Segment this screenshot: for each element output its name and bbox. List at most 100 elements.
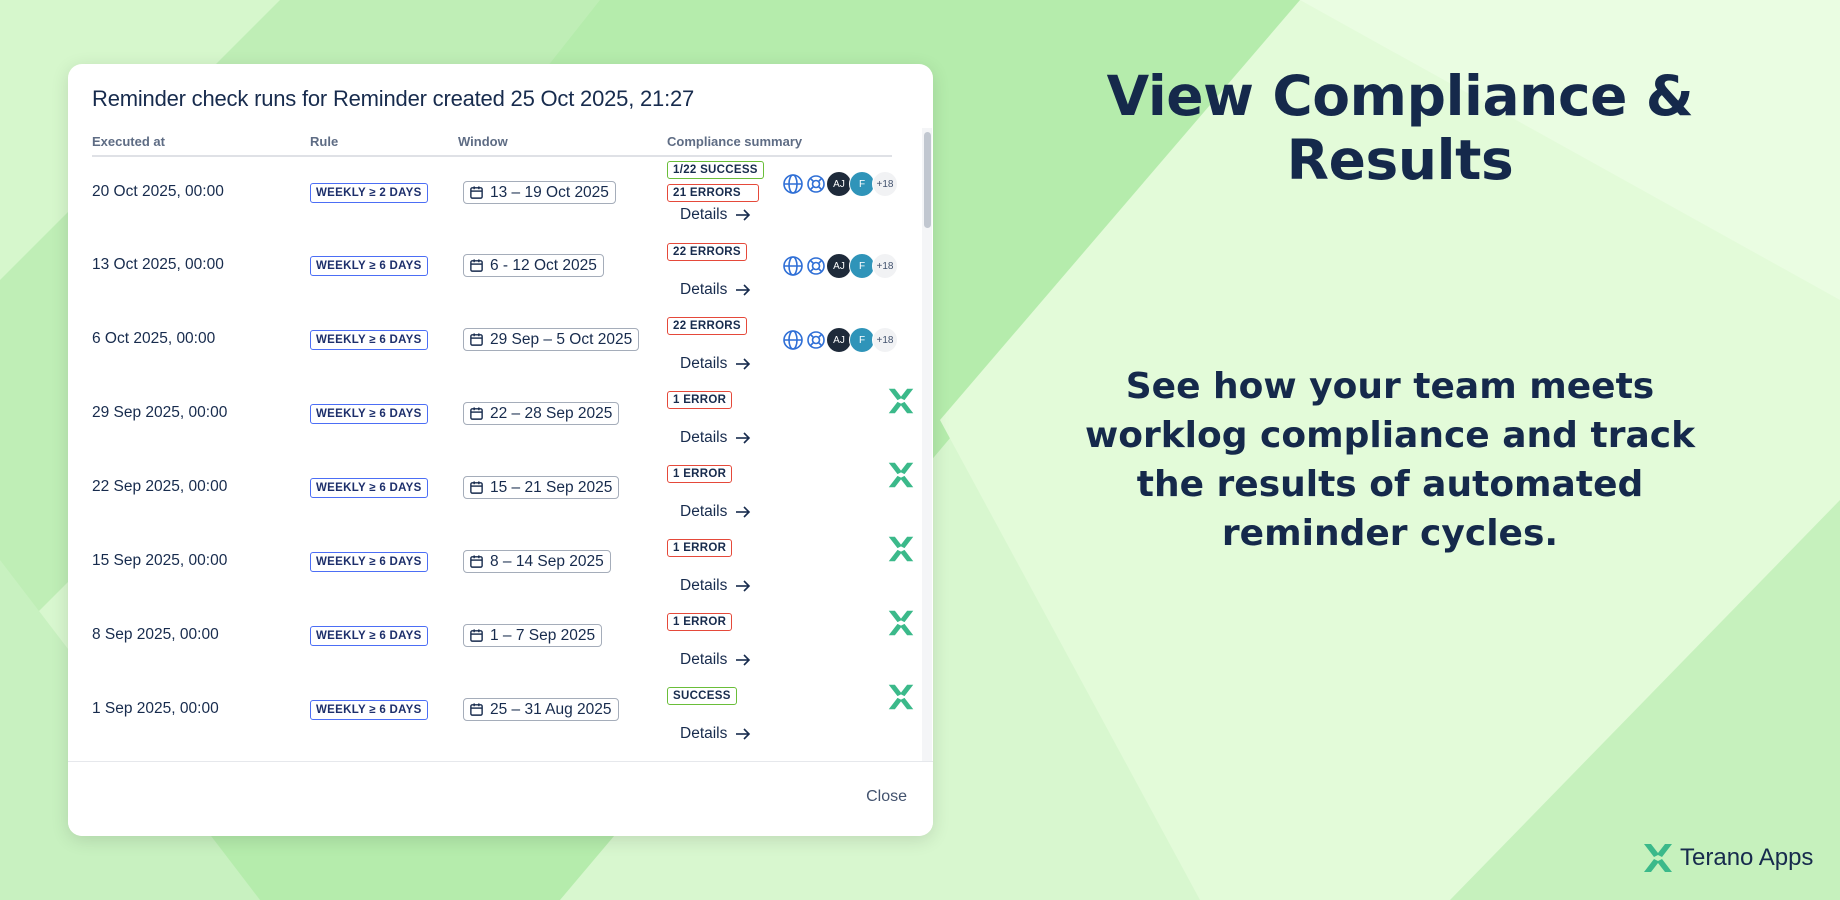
compliance-status: 1/22 SUCCESS 21 ERRORS: [667, 161, 764, 202]
compliance-status: 22 ERRORS: [667, 243, 747, 261]
details-link[interactable]: Details: [680, 429, 751, 447]
headline: View Compliance & Results: [1106, 64, 1694, 192]
executed-at-cell: 22 Sep 2025, 00:00: [92, 478, 228, 495]
window-range: 22 – 28 Sep 2025: [490, 405, 613, 422]
arrow-right-icon: [735, 505, 751, 519]
calendar-icon: [469, 185, 484, 200]
table-body: 20 Oct 2025, 00:00 WEEKLY ≥ 2 DAYS 13 – 19…: [92, 155, 914, 747]
executed-at-cell: 1 Sep 2025, 00:00: [92, 700, 219, 717]
table-header: Executed at Rule Window Compliance summa…: [92, 126, 892, 157]
brand: Terano Apps: [1642, 842, 1813, 874]
status-badge: 1 ERROR: [667, 613, 733, 631]
details-label: Details: [680, 429, 728, 446]
window-chip: 1 – 7 Sep 2025: [463, 624, 603, 647]
details-label: Details: [680, 651, 728, 668]
rule-badge: WEEKLY ≥ 6 DAYS: [310, 330, 428, 350]
modal-title: Reminder check runs for Reminder created…: [92, 86, 695, 111]
window-chip: 6 - 12 Oct 2025: [463, 254, 604, 277]
window-chip: 13 – 19 Oct 2025: [463, 181, 616, 204]
terano-x-logo-icon: [887, 609, 915, 637]
calendar-icon: [469, 258, 484, 273]
arrow-right-icon: [735, 579, 751, 593]
arrow-right-icon: [735, 283, 751, 297]
window-chip: 15 – 21 Sep 2025: [463, 476, 620, 499]
scrollbar-thumb[interactable]: [924, 132, 931, 228]
executed-at-cell: 6 Oct 2025, 00:00: [92, 330, 216, 347]
close-button[interactable]: Close: [866, 788, 907, 806]
executed-at-cell: 13 Oct 2025, 00:00: [92, 256, 224, 273]
terano-x-logo-icon: [887, 683, 915, 711]
window-chip: 29 Sep – 5 Oct 2025: [463, 328, 640, 351]
compliance-status: 1 ERROR: [667, 465, 733, 483]
table-row[interactable]: 6 Oct 2025, 00:00 WEEKLY ≥ 6 DAYS 29 Sep –…: [92, 303, 898, 377]
status-badge: 1 ERROR: [667, 391, 733, 409]
compliance-status: SUCCESS: [667, 687, 737, 705]
window-range: 8 – 14 Sep 2025: [490, 553, 604, 570]
status-badge: SUCCESS: [667, 687, 737, 705]
details-label: Details: [680, 503, 728, 520]
window-chip: 22 – 28 Sep 2025: [463, 402, 620, 425]
table-row[interactable]: 22 Sep 2025, 00:00 WEEKLY ≥ 6 DAYS 15 – 21…: [92, 451, 914, 525]
arrow-right-icon: [735, 357, 751, 371]
status-badge: 21 ERRORS: [667, 184, 759, 202]
rule-badge: WEEKLY ≥ 6 DAYS: [310, 478, 428, 498]
details-label: Details: [680, 355, 728, 372]
compliance-status: 1 ERROR: [667, 539, 733, 557]
status-badge: 22 ERRORS: [667, 243, 747, 261]
calendar-icon: [469, 406, 484, 421]
more-avatars-count: +18: [872, 327, 898, 353]
rule-badge: WEEKLY ≥ 6 DAYS: [310, 700, 428, 720]
avatar-group[interactable]: AJ F +18: [780, 171, 898, 197]
window-range: 29 Sep – 5 Oct 2025: [490, 331, 633, 348]
window-range: 6 - 12 Oct 2025: [490, 257, 597, 274]
scrollbar-track[interactable]: [922, 128, 932, 826]
table-row[interactable]: 29 Sep 2025, 00:00 WEEKLY ≥ 6 DAYS 22 – 28…: [92, 377, 914, 451]
window-chip: 8 – 14 Sep 2025: [463, 550, 611, 573]
compliance-status: 1 ERROR: [667, 391, 733, 409]
reminder-runs-modal: Reminder check runs for Reminder created…: [68, 64, 933, 836]
details-link[interactable]: Details: [680, 651, 751, 669]
table-row[interactable]: 13 Oct 2025, 00:00 WEEKLY ≥ 6 DAYS 6 - 12 …: [92, 229, 898, 303]
details-label: Details: [680, 577, 728, 594]
details-link[interactable]: Details: [680, 577, 751, 595]
arrow-right-icon: [735, 431, 751, 445]
window-range: 1 – 7 Sep 2025: [490, 627, 596, 644]
details-link[interactable]: Details: [680, 503, 751, 521]
calendar-icon: [469, 554, 484, 569]
table-row[interactable]: 1 Sep 2025, 00:00 WEEKLY ≥ 6 DAYS 25 – 31 …: [92, 673, 914, 747]
rule-badge: WEEKLY ≥ 6 DAYS: [310, 256, 428, 276]
subtext: See how your team meets worklog complian…: [1084, 366, 1696, 554]
calendar-icon: [469, 480, 484, 495]
table-row[interactable]: 15 Sep 2025, 00:00 WEEKLY ≥ 6 DAYS 8 – 14 …: [92, 525, 914, 599]
column-executed-at[interactable]: Executed at: [92, 134, 165, 149]
avatar-group[interactable]: AJ F +18: [780, 327, 898, 353]
arrow-right-icon: [735, 653, 751, 667]
details-link[interactable]: Details: [680, 725, 751, 743]
executed-at-cell: 8 Sep 2025, 00:00: [92, 626, 219, 643]
column-rule[interactable]: Rule: [310, 134, 338, 149]
arrow-right-icon: [735, 727, 751, 741]
terano-x-logo-icon: [887, 461, 915, 489]
details-link[interactable]: Details: [680, 281, 751, 299]
column-compliance-summary[interactable]: Compliance summary: [667, 134, 802, 149]
details-label: Details: [680, 725, 728, 742]
calendar-icon: [469, 628, 484, 643]
details-link[interactable]: Details: [680, 206, 751, 224]
modal-footer: Close: [68, 761, 933, 836]
brand-name: Terano Apps: [1680, 844, 1814, 871]
window-range: 15 – 21 Sep 2025: [490, 479, 613, 496]
more-avatars-count: +18: [872, 171, 898, 197]
terano-x-logo-icon: [887, 387, 915, 415]
avatar-group[interactable]: AJ F +18: [780, 253, 898, 279]
table-row[interactable]: 8 Sep 2025, 00:00 WEEKLY ≥ 6 DAYS 1 – 7 Se…: [92, 599, 914, 673]
details-link[interactable]: Details: [680, 355, 751, 373]
column-window[interactable]: Window: [458, 134, 508, 149]
rule-badge: WEEKLY ≥ 6 DAYS: [310, 552, 428, 572]
executed-at-cell: 20 Oct 2025, 00:00: [92, 183, 224, 200]
rule-badge: WEEKLY ≥ 6 DAYS: [310, 404, 428, 424]
window-range: 25 – 31 Aug 2025: [490, 701, 612, 718]
rule-badge: WEEKLY ≥ 2 DAYS: [310, 183, 428, 203]
compliance-status: 1 ERROR: [667, 613, 733, 631]
details-label: Details: [680, 206, 728, 223]
table-row[interactable]: 20 Oct 2025, 00:00 WEEKLY ≥ 2 DAYS 13 – 19…: [92, 155, 898, 229]
